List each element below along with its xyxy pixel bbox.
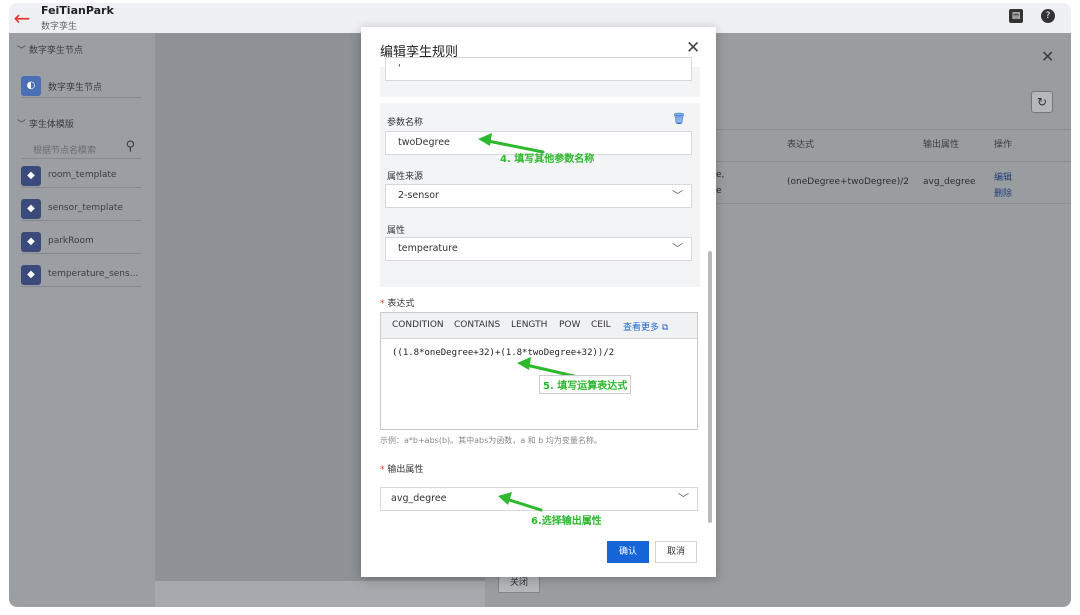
chevron-down-icon: ﹀ [678, 492, 689, 505]
scrollbar[interactable] [708, 251, 712, 523]
close-icon[interactable]: ✕ [686, 38, 700, 58]
model-label: room_template [48, 170, 117, 180]
table-divider [709, 203, 1071, 204]
view-more-label: 查看更多 [623, 323, 660, 333]
source-label: 属性来源 [387, 172, 424, 182]
expression-editor[interactable]: CONDITION CONTAINS LENGTH POW CEIL 查看更多 … [380, 312, 698, 430]
previous-param-input[interactable]: ' [385, 57, 692, 81]
chevron-down-icon: ﹀ [17, 46, 27, 56]
sidebar-search[interactable]: 根据节点名模索 ⚲ [21, 137, 141, 159]
model-icon: ◆ [21, 232, 41, 252]
document-icon[interactable]: ▤ [1009, 9, 1023, 23]
tool-ceil[interactable]: CEIL [591, 320, 611, 330]
search-placeholder: 根据节点名模索 [33, 146, 97, 156]
table-divider [709, 129, 1071, 130]
cancel-button[interactable]: 取消 [655, 541, 697, 563]
source-select[interactable]: 2-sensor ﹀ [385, 184, 692, 208]
canvas-footer [155, 581, 485, 607]
node-icon: ◐ [21, 76, 41, 96]
sidebar-section-label: 数字孪生节点 [28, 46, 83, 56]
annotation-step5: 5. 填写运算表达式 [539, 375, 632, 394]
model-item[interactable]: ◆ temperature_sens... [21, 262, 141, 287]
attribute-select[interactable]: temperature ﹀ [385, 237, 692, 261]
model-label: temperature_sens... [48, 269, 139, 279]
chevron-down-icon: ﹀ [672, 242, 683, 255]
output-label-text: 输出属性 [387, 465, 424, 475]
param-group-previous: ' [380, 57, 700, 97]
annotation-step4: 4. 填写其他参数名称 [500, 154, 595, 165]
sidebar-section-nodes[interactable]: ﹀ 数字孪生节点 [17, 43, 83, 56]
model-label: sensor_template [48, 203, 123, 213]
param-group: 参数名称 twoDegree 属性来源 2-sensor ﹀ 属性 tempera… [380, 103, 700, 287]
sidebar-section-label: 孪生体模版 [28, 120, 74, 130]
sidebar-section-models[interactable]: ﹀ 孪生体模版 [17, 117, 74, 130]
expression-label: * 表达式 [380, 296, 414, 309]
output-value: avg_degree [391, 493, 447, 504]
annotation-step6: 6.选择输出属性 [531, 516, 602, 527]
attribute-value: temperature [398, 243, 458, 254]
required-mark: * [380, 465, 385, 475]
tool-pow[interactable]: POW [559, 320, 580, 330]
delete-link[interactable]: 删除 [994, 186, 1012, 199]
cell-output: avg_degree [923, 177, 976, 187]
trash-icon[interactable]: 🗑 [672, 112, 686, 125]
panel-close-icon[interactable]: ✕ [1041, 47, 1054, 66]
model-item[interactable]: ◆ parkRoom [21, 229, 141, 254]
external-link-icon: ⧉ [661, 323, 669, 333]
cell-fragment: e [716, 186, 722, 196]
header-output: 输出属性 [923, 140, 960, 150]
output-select[interactable]: avg_degree ﹀ [380, 487, 698, 511]
header-expression: 表达式 [787, 140, 815, 150]
tool-length[interactable]: LENGTH [511, 320, 547, 330]
model-icon: ◆ [21, 265, 41, 285]
attribute-label: 属性 [387, 226, 406, 236]
chevron-down-icon: ﹀ [672, 189, 683, 202]
app-subtitle: 数字孪生 [41, 22, 78, 32]
model-item[interactable]: ◆ room_template [21, 163, 141, 188]
tool-contains[interactable]: CONTAINS [454, 320, 500, 330]
search-icon[interactable]: ⚲ [125, 139, 135, 154]
expression-toolbar: CONDITION CONTAINS LENGTH POW CEIL 查看更多 … [381, 313, 697, 339]
expression-value[interactable]: ((1.8*oneDegree+32)+(1.8*twoDegree+32))/… [392, 348, 614, 358]
expression-hint: 示例：a*b+abs(b)。其中abs为函数，a 和 b 均为变量名称。 [380, 436, 602, 445]
refresh-icon[interactable]: ↻ [1031, 91, 1053, 113]
source-value: 2-sensor [398, 190, 439, 201]
app-title: FeiTianPark [41, 4, 114, 17]
sidebar-node-label: 数字孪生节点 [48, 83, 103, 93]
sidebar-node-item[interactable]: ◐ 数字孪生节点 [21, 73, 141, 98]
confirm-button[interactable]: 确认 [607, 541, 649, 563]
output-label: * 输出属性 [380, 462, 423, 475]
edit-link[interactable]: 编辑 [994, 170, 1012, 183]
cell-fragment: e, [716, 170, 725, 180]
expression-label-text: 表达式 [387, 299, 415, 309]
tool-condition[interactable]: CONDITION [392, 320, 444, 330]
model-label: parkRoom [48, 236, 94, 246]
model-icon: ◆ [21, 166, 41, 186]
back-arrow-icon[interactable]: ← [11, 7, 33, 29]
required-mark: * [380, 299, 385, 309]
chevron-down-icon: ﹀ [17, 120, 27, 130]
help-icon[interactable]: ? [1041, 9, 1055, 23]
cell-expression: (oneDegree+twoDegree)/2 [787, 177, 909, 187]
sidebar: ﹀ 数字孪生节点 ◐ 数字孪生节点 ﹀ 孪生体模版 根据节点名模索 ⚲ ◆ roo… [9, 33, 155, 607]
model-icon: ◆ [21, 199, 41, 219]
param-name-label: 参数名称 [387, 118, 424, 128]
table-divider [709, 161, 1071, 162]
edit-rule-dialog: 编辑孪生规则 ✕ ' 参数名称 twoDegree 属性来源 2-sensor ﹀… [361, 27, 716, 577]
model-item[interactable]: ◆ sensor_template [21, 196, 141, 221]
view-more-link[interactable]: 查看更多 ⧉ [623, 320, 668, 333]
header-action: 操作 [994, 140, 1013, 150]
